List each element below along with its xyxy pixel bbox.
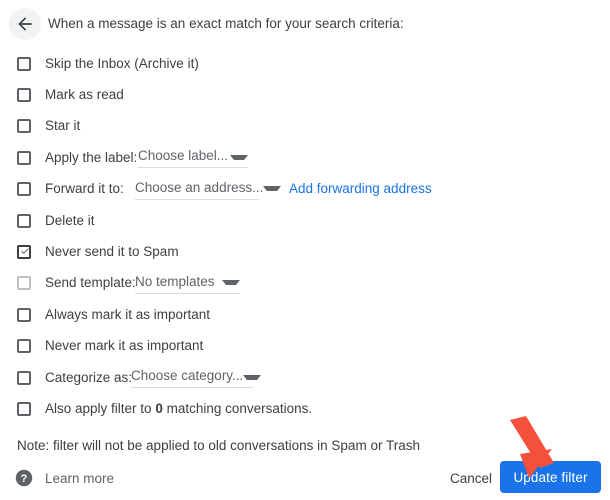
list-item: Also apply filter to 0 matching conversa… <box>0 393 610 424</box>
back-button[interactable] <box>9 8 41 40</box>
check-icon <box>21 248 29 254</box>
filter-note: Note: filter will not be applied to old … <box>17 438 420 453</box>
list-item: Mark as read <box>0 79 610 110</box>
svg-text:?: ? <box>21 473 28 485</box>
checkbox-star-it[interactable] <box>17 119 31 134</box>
dropdown-choose-category[interactable]: Choose category... <box>131 367 262 389</box>
checkbox-categorize-as[interactable] <box>17 370 31 385</box>
list-item: Delete it <box>0 205 610 236</box>
dropdown-template[interactable]: No templates <box>135 273 240 294</box>
list-item-label: Never mark it as important <box>45 338 204 354</box>
dropdown-choose-address[interactable]: Choose an address... <box>135 179 282 200</box>
list-item: Apply the label: Choose label... <box>0 142 610 173</box>
dropdown-value: No templates <box>135 273 215 289</box>
checkbox-always-important[interactable] <box>17 307 31 322</box>
list-item-label: Never send it to Spam <box>45 244 179 260</box>
dropdown-value: Choose label... <box>138 148 229 164</box>
chevron-down-icon <box>222 280 240 286</box>
checkbox-send-template[interactable] <box>17 276 31 291</box>
checkbox-also-apply-filter[interactable] <box>17 401 31 416</box>
list-item: Categorize as: Choose category... <box>0 362 610 393</box>
dialog-header: When a message is an exact match for you… <box>0 0 610 48</box>
checkbox-skip-inbox[interactable] <box>17 56 31 71</box>
list-item-label: Mark as read <box>45 87 124 103</box>
dropdown-choose-label[interactable]: Choose label... <box>138 147 248 169</box>
list-item: Always mark it as important <box>0 299 610 330</box>
dropdown-value: Choose category... <box>131 368 244 384</box>
checkbox-mark-as-read[interactable] <box>17 88 31 103</box>
list-item-label: Categorize as: <box>45 369 133 385</box>
page-title: When a message is an exact match for you… <box>48 16 404 31</box>
arrow-left-icon <box>15 14 35 34</box>
help-circle-icon[interactable]: ? <box>15 469 33 487</box>
list-item: Never send it to Spam <box>0 236 610 267</box>
add-forwarding-address-link[interactable]: Add forwarding address <box>289 180 432 198</box>
checkbox-apply-label[interactable] <box>17 150 31 165</box>
list-item-label: Also apply filter to 0 matching conversa… <box>45 400 313 416</box>
list-item-label: Skip the Inbox (Archive it) <box>45 55 199 71</box>
list-item: Star it <box>0 111 610 142</box>
checkbox-delete-it[interactable] <box>17 213 31 228</box>
list-item-label: Send template: <box>45 275 136 291</box>
list-item-label: Star it <box>45 118 81 134</box>
list-item-label: Delete it <box>45 212 95 228</box>
checkbox-never-send-to-spam[interactable] <box>17 245 31 260</box>
list-item-label: Forward it to: <box>45 181 124 197</box>
list-item: Send template: No templates <box>0 268 610 299</box>
chevron-down-icon <box>230 154 248 160</box>
cancel-button[interactable]: Cancel <box>450 470 492 488</box>
list-item: Skip the Inbox (Archive it) <box>0 48 610 79</box>
dropdown-value: Choose an address... <box>135 179 264 195</box>
chevron-down-icon <box>263 186 282 192</box>
checkbox-forward-to[interactable] <box>17 182 31 197</box>
filter-actions-list: Skip the Inbox (Archive it) Mark as read… <box>0 48 610 425</box>
learn-more-link[interactable]: Learn more <box>45 470 114 488</box>
update-filter-button[interactable]: Update filter <box>500 461 601 493</box>
chevron-down-icon <box>243 374 262 380</box>
list-item-label: Apply the label: <box>45 149 138 165</box>
list-item: Never mark it as important <box>0 331 610 362</box>
checkbox-never-important[interactable] <box>17 339 31 354</box>
list-item-label: Always mark it as important <box>45 306 211 322</box>
list-item: Forward it to: Choose an address... Add … <box>0 174 610 205</box>
